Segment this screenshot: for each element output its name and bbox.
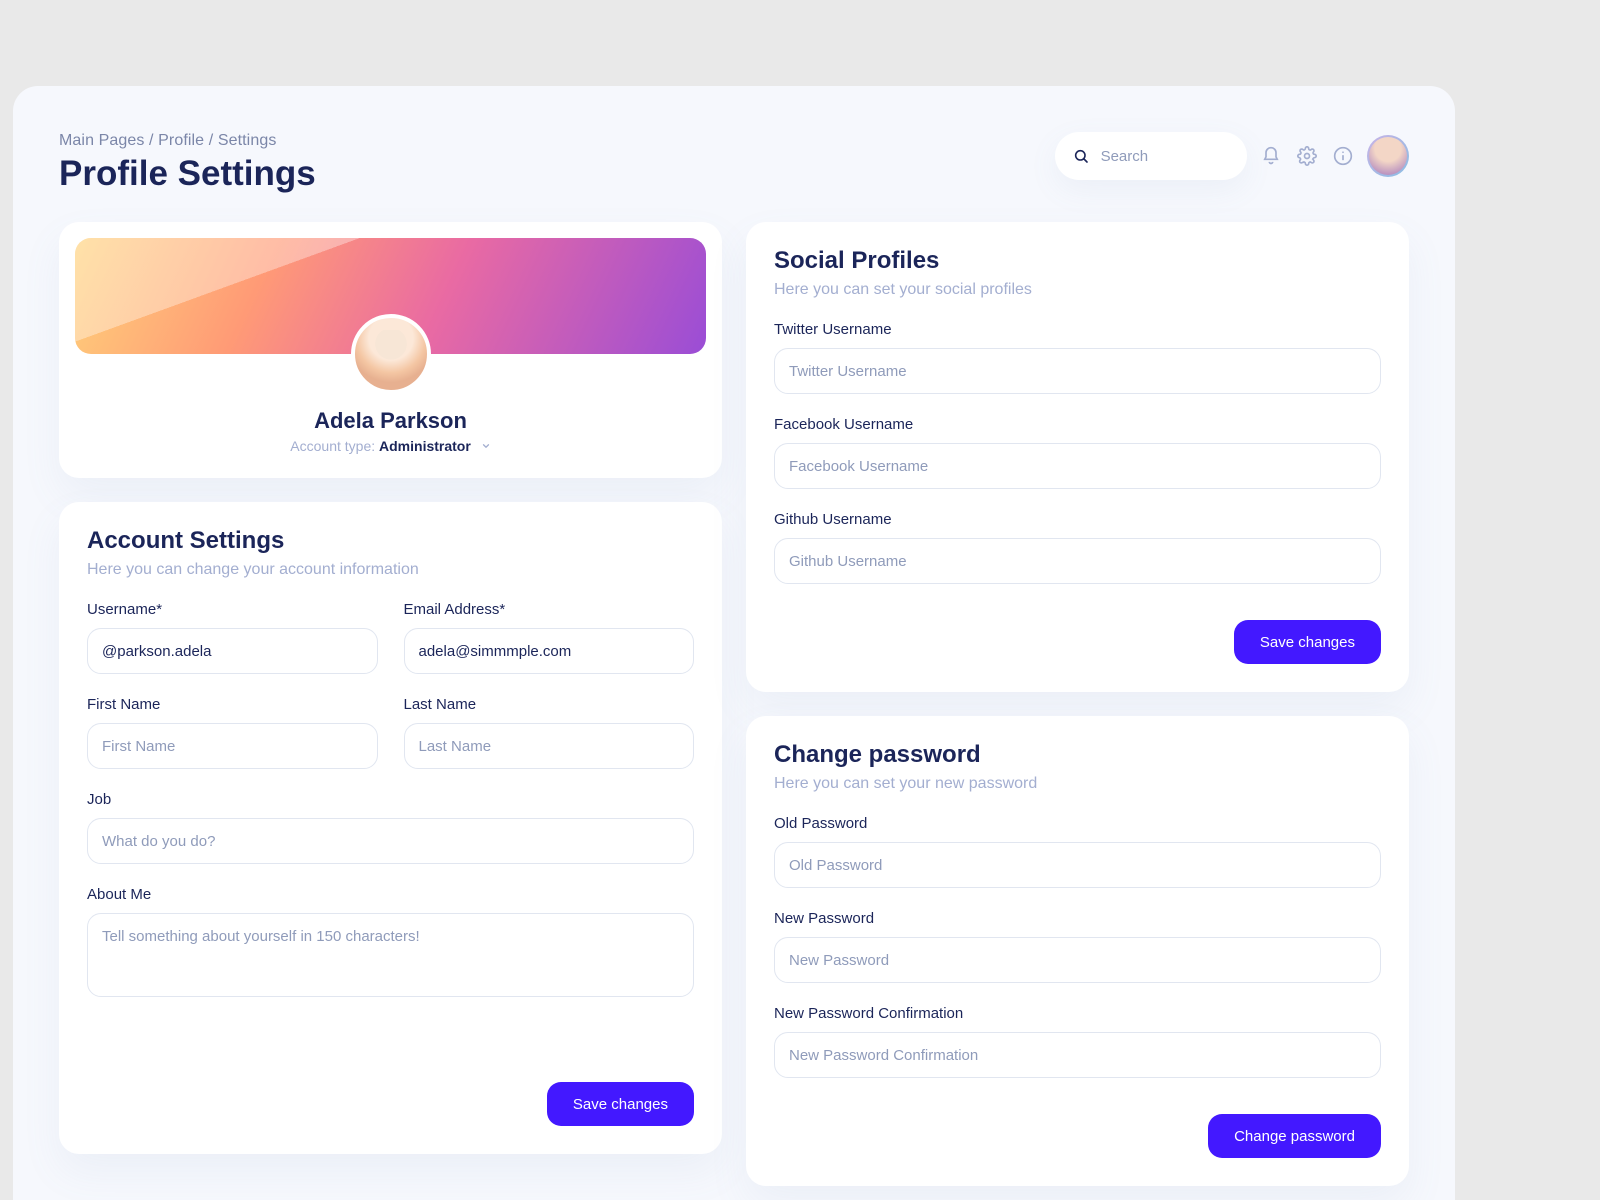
account-save-button[interactable]: Save changes: [547, 1082, 694, 1126]
card-subtitle: Here you can change your account informa…: [87, 561, 694, 579]
new-password-input[interactable]: [774, 937, 1381, 983]
account-settings-card: Account Settings Here you can change you…: [59, 502, 722, 1154]
old-password-input[interactable]: [774, 842, 1381, 888]
account-type-select[interactable]: Account type: Administrator: [75, 438, 706, 454]
github-label: Github Username: [774, 511, 1381, 528]
email-input[interactable]: [404, 628, 695, 674]
job-input[interactable]: [87, 818, 694, 864]
account-type-label: Account type:: [290, 438, 375, 454]
social-profiles-card: Social Profiles Here you can set your so…: [746, 222, 1409, 692]
profile-photo: [351, 314, 431, 394]
card-title: Social Profiles: [774, 247, 1381, 275]
social-save-button[interactable]: Save changes: [1234, 620, 1381, 664]
search-icon: [1071, 144, 1091, 168]
card-subtitle: Here you can set your social profiles: [774, 281, 1381, 299]
account-type-value: Administrator: [379, 438, 471, 454]
last-name-input[interactable]: [404, 723, 695, 769]
card-subtitle: Here you can set your new password: [774, 775, 1381, 793]
twitter-input[interactable]: [774, 348, 1381, 394]
old-password-label: Old Password: [774, 815, 1381, 832]
info-icon[interactable]: [1331, 144, 1355, 168]
profile-name: Adela Parkson: [75, 408, 706, 434]
confirm-password-input[interactable]: [774, 1032, 1381, 1078]
email-label: Email Address*: [404, 601, 695, 618]
bell-icon[interactable]: [1259, 144, 1283, 168]
change-password-button[interactable]: Change password: [1208, 1114, 1381, 1158]
first-name-input[interactable]: [87, 723, 378, 769]
facebook-input[interactable]: [774, 443, 1381, 489]
avatar[interactable]: [1367, 135, 1409, 177]
profile-card: Adela Parkson Account type: Administrato…: [59, 222, 722, 478]
chevron-down-icon: [481, 438, 491, 454]
username-label: Username*: [87, 601, 378, 618]
first-name-label: First Name: [87, 696, 378, 713]
about-label: About Me: [87, 886, 694, 903]
github-input[interactable]: [774, 538, 1381, 584]
search-input[interactable]: [1101, 148, 1231, 165]
job-label: Job: [87, 791, 694, 808]
twitter-label: Twitter Username: [774, 321, 1381, 338]
last-name-label: Last Name: [404, 696, 695, 713]
change-password-card: Change password Here you can set your ne…: [746, 716, 1409, 1186]
breadcrumb[interactable]: Main Pages / Profile / Settings: [59, 132, 316, 150]
new-password-label: New Password: [774, 910, 1381, 927]
username-input[interactable]: [87, 628, 378, 674]
facebook-label: Facebook Username: [774, 416, 1381, 433]
confirm-password-label: New Password Confirmation: [774, 1005, 1381, 1022]
card-title: Change password: [774, 741, 1381, 769]
search-box[interactable]: [1055, 132, 1247, 180]
gear-icon[interactable]: [1295, 144, 1319, 168]
card-title: Account Settings: [87, 527, 694, 555]
page-title: Profile Settings: [59, 154, 316, 194]
about-textarea[interactable]: [87, 913, 694, 997]
